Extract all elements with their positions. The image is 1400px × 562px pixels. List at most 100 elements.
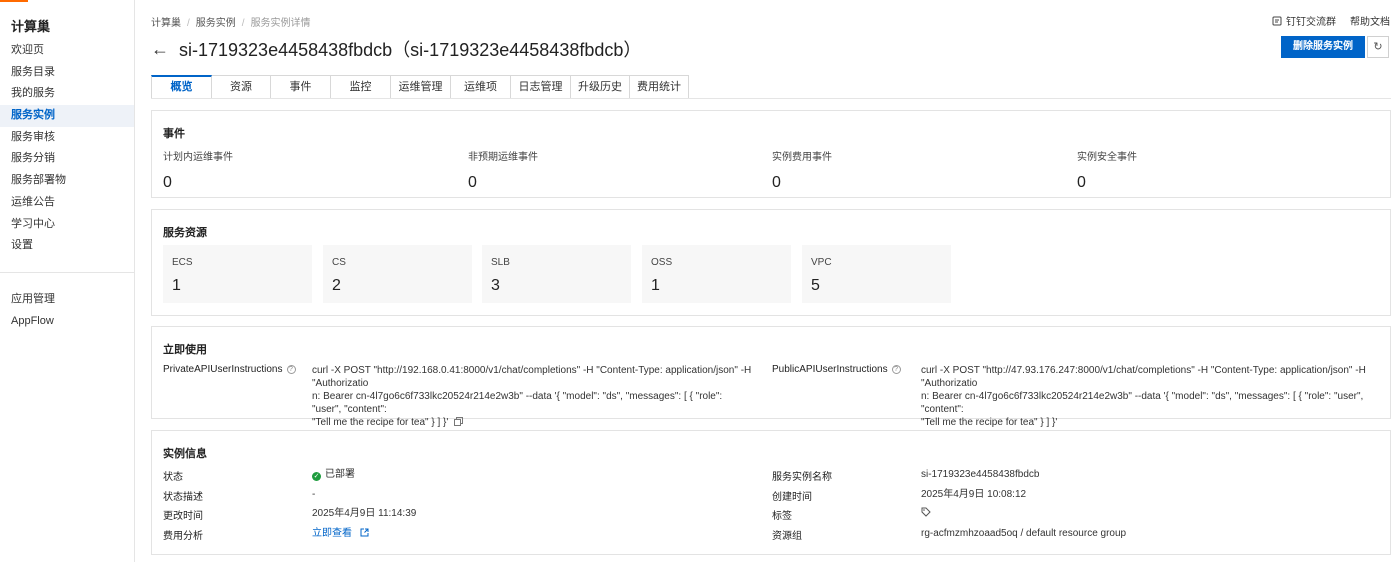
info-value-resource-group: rg-acfmzmhzoaad5oq / default resource gr… xyxy=(921,528,1127,539)
events-card-title: 事件 xyxy=(163,128,185,140)
sidebar-item-service-catalog[interactable]: 服务目录 xyxy=(0,62,134,84)
sidebar-item-service-instances[interactable]: 服务实例 xyxy=(0,105,134,127)
resource-label: OSS xyxy=(651,257,673,268)
instance-info-card: 实例信息 状态 ✓ 已部署 状态描述 - 更改时间 2025年4月9日 11:14… xyxy=(151,430,1391,555)
sidebar-item-settings[interactable]: 设置 xyxy=(0,235,134,257)
event-stat-value: 0 xyxy=(772,174,781,191)
top-links: 钉钉交流群 帮助文档 xyxy=(1272,13,1390,28)
main-content: 计算巢 / 服务实例 / 服务实例详情 钉钉交流群 帮助文档 ← si-1719323e… xyxy=(135,0,1400,562)
copy-icon[interactable] xyxy=(454,417,464,426)
info-value-tags[interactable] xyxy=(921,507,931,521)
resource-label: CS xyxy=(332,257,346,268)
tab-upgrade-history[interactable]: 升级历史 xyxy=(571,75,630,99)
events-card: 事件 计划内运维事件 0 非预期运维事件 0 实例费用事件 0 实例安全事件 0 xyxy=(151,110,1391,198)
resource-box-slb[interactable]: SLB 3 xyxy=(482,245,631,303)
resources-card-title: 服务资源 xyxy=(163,227,207,239)
info-label-updated-time: 更改时间 xyxy=(163,511,203,522)
event-stat-value: 0 xyxy=(468,174,477,191)
breadcrumb-separator: / xyxy=(241,18,245,29)
info-value-instance-name: si-1719323e4458438fbdcb xyxy=(921,469,1040,480)
instruction-line-text: "Tell me the recipe for tea" } ] }' xyxy=(312,417,449,428)
info-value-status: ✓ 已部署 xyxy=(312,468,355,481)
sidebar-item-my-services[interactable]: 我的服务 xyxy=(0,83,134,105)
sidebar-item-ops-announcements[interactable]: 运维公告 xyxy=(0,192,134,214)
brand-accent-bar xyxy=(0,0,28,2)
sidebar-divider xyxy=(0,272,134,273)
resource-box-cs[interactable]: CS 2 xyxy=(323,245,472,303)
dingtalk-group-link[interactable]: 钉钉交流群 xyxy=(1272,13,1336,28)
public-api-instructions: curl -X POST "http://47.93.176.247:8000/… xyxy=(921,364,1376,429)
private-api-instructions: curl -X POST "http://192.168.0.41:8000/v… xyxy=(312,364,752,429)
tab-events[interactable]: 事件 xyxy=(271,75,331,99)
dingtalk-icon xyxy=(1272,16,1282,25)
question-circle-icon[interactable]: ? xyxy=(286,365,296,374)
resource-label: SLB xyxy=(491,257,510,268)
sidebar-nav: 欢迎页 服务目录 我的服务 服务实例 服务审核 服务分销 服务部署物 运维公告 … xyxy=(0,40,134,257)
sidebar-item-learning-center[interactable]: 学习中心 xyxy=(0,214,134,236)
info-value-created-time: 2025年4月9日 10:08:12 xyxy=(921,489,1027,500)
instruction-line: n: Bearer cn-4l7go6c6f733lkc20524r214e2w… xyxy=(312,391,723,415)
refresh-button[interactable]: ↻ xyxy=(1367,36,1389,58)
event-stat-value: 0 xyxy=(1077,174,1086,191)
breadcrumb-item-service-instances[interactable]: 服务实例 xyxy=(196,18,236,29)
instance-info-card-title: 实例信息 xyxy=(163,448,207,460)
resource-count: 1 xyxy=(172,277,181,294)
breadcrumb: 计算巢 / 服务实例 / 服务实例详情 xyxy=(151,14,311,29)
question-circle-icon[interactable]: ? xyxy=(891,365,901,374)
view-cost-analysis-link[interactable]: 立即查看 xyxy=(312,527,369,540)
event-stat-unplanned: 非预期运维事件 0 xyxy=(468,148,538,192)
tab-ops-items[interactable]: 运维项 xyxy=(451,75,511,99)
instruction-line: curl -X POST "http://192.168.0.41:8000/v… xyxy=(312,365,752,389)
info-value-updated-time: 2025年4月9日 11:14:39 xyxy=(312,508,417,519)
sidebar-item-welcome[interactable]: 欢迎页 xyxy=(0,40,134,62)
resource-box-ecs[interactable]: ECS 1 xyxy=(163,245,312,303)
breadcrumb-item-current: 服务实例详情 xyxy=(250,18,311,29)
breadcrumb-separator: / xyxy=(187,18,190,29)
info-label-status-desc: 状态描述 xyxy=(163,492,203,503)
resource-label: VPC xyxy=(811,257,832,268)
public-api-label-text: PublicAPIUserInstructions xyxy=(772,364,888,375)
tab-overview[interactable]: 概览 xyxy=(151,75,212,99)
sidebar-nav-secondary: 应用管理 AppFlow xyxy=(0,289,134,332)
sidebar-brand: 计算巢 xyxy=(11,19,51,34)
title-row: ← si-1719323e4458438fbdcb（si-1719323e445… xyxy=(151,36,641,62)
public-api-label: PublicAPIUserInstructions ? xyxy=(772,364,901,375)
sidebar-item-service-distribution[interactable]: 服务分销 xyxy=(0,148,134,170)
event-stat-label: 非预期运维事件 xyxy=(468,152,538,163)
info-label-status: 状态 xyxy=(163,472,183,483)
resource-box-oss[interactable]: OSS 1 xyxy=(642,245,791,303)
tab-cost-statistics[interactable]: 费用统计 xyxy=(630,75,689,99)
resource-box-vpc[interactable]: VPC 5 xyxy=(802,245,951,303)
sidebar-item-service-review[interactable]: 服务审核 xyxy=(0,127,134,149)
breadcrumb-item-compute-nest[interactable]: 计算巢 xyxy=(151,18,181,29)
tab-resources[interactable]: 资源 xyxy=(212,75,271,99)
sidebar-item-deployment-artifacts[interactable]: 服务部署物 xyxy=(0,170,134,192)
resource-count: 2 xyxy=(332,277,341,294)
sidebar-item-app-management[interactable]: 应用管理 xyxy=(0,289,134,311)
back-arrow-icon[interactable]: ← xyxy=(151,40,169,58)
tab-log-management[interactable]: 日志管理 xyxy=(511,75,571,99)
event-stat-label: 实例安全事件 xyxy=(1077,152,1137,163)
tag-icon xyxy=(921,507,931,517)
event-stat-value: 0 xyxy=(163,174,172,191)
tab-monitoring[interactable]: 监控 xyxy=(331,75,391,99)
resource-count: 3 xyxy=(491,277,500,294)
view-cost-analysis-text: 立即查看 xyxy=(312,528,352,539)
help-docs-link[interactable]: 帮助文档 xyxy=(1350,13,1390,28)
tab-ops-management[interactable]: 运维管理 xyxy=(391,75,451,99)
page-title: si-1719323e4458438fbdcb（si-1719323e44584… xyxy=(179,40,642,60)
instruction-line: "Tell me the recipe for tea" } ] }' xyxy=(921,417,1058,428)
info-label-created-time: 创建时间 xyxy=(772,492,812,503)
instruction-line: "Tell me the recipe for tea" } ] }' xyxy=(312,416,752,429)
info-label-instance-name: 服务实例名称 xyxy=(772,472,832,483)
event-stat-billing: 实例费用事件 0 xyxy=(772,148,832,192)
sidebar-item-appflow[interactable]: AppFlow xyxy=(0,311,134,333)
delete-instance-button[interactable]: 删除服务实例 xyxy=(1281,36,1365,58)
event-stat-label: 实例费用事件 xyxy=(772,152,832,163)
info-label-cost-analysis: 费用分析 xyxy=(163,531,203,542)
instruction-line: n: Bearer cn-4l7go6c6f733lkc20524r214e2w… xyxy=(921,391,1364,415)
event-stat-label: 计划内运维事件 xyxy=(163,152,233,163)
info-label-resource-group: 资源组 xyxy=(772,531,802,542)
refresh-icon: ↻ xyxy=(1373,41,1383,53)
usage-card: 立即使用 PrivateAPIUserInstructions ? curl -… xyxy=(151,326,1391,428)
